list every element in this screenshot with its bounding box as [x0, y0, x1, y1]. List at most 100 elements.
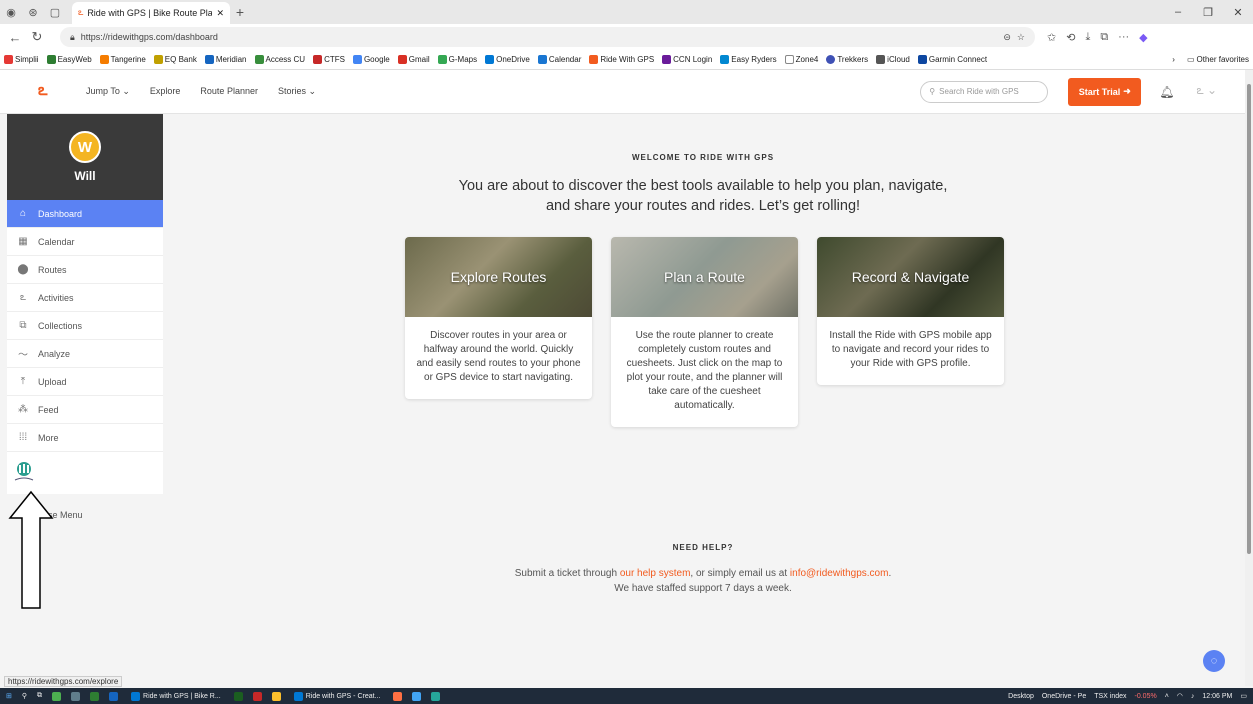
favorite-item[interactable]: Easy Ryders: [720, 55, 777, 64]
page-scrollbar[interactable]: [1245, 70, 1253, 686]
tsx-label[interactable]: TSX index: [1094, 693, 1126, 700]
history-icon[interactable]: ⟲: [1066, 31, 1075, 44]
favorite-item[interactable]: EQ Bank: [153, 55, 197, 64]
taskbar-app-icon[interactable]: [431, 691, 441, 701]
favorite-item[interactable]: Trekkers: [826, 55, 868, 64]
club-logo[interactable]: [7, 452, 163, 492]
sidebar-item-analyze[interactable]: 〜 Analyze: [7, 340, 163, 368]
favorite-item[interactable]: Access CU: [254, 55, 305, 64]
chat-icon[interactable]: ◌: [1203, 650, 1225, 672]
workspaces-icon[interactable]: ⊛: [22, 0, 44, 24]
card-plan-a-route[interactable]: Plan a Route Use the route planner to cr…: [611, 237, 798, 427]
taskbar-search-icon[interactable]: ⚲: [22, 692, 27, 700]
start-trial-button[interactable]: Start Trial ➜: [1068, 77, 1142, 106]
desktop-label[interactable]: Desktop: [1008, 693, 1034, 700]
grid-icon: ⁞⁞⁞: [18, 432, 28, 443]
favorites-icon[interactable]: ✩: [1047, 31, 1056, 44]
favorite-item[interactable]: OneDrive: [485, 55, 530, 64]
sidebar-item-upload[interactable]: ⤒ Upload: [7, 368, 163, 396]
site-search-input[interactable]: ⚲ Search Ride with GPS: [920, 80, 1049, 103]
clock[interactable]: 12:06 PM: [1202, 693, 1232, 700]
sidebar-item-activities[interactable]: ఽ Activities: [7, 284, 163, 312]
restore-icon[interactable]: ❐: [1193, 6, 1223, 19]
favorite-item[interactable]: Tangerine: [99, 55, 146, 64]
support-email-link[interactable]: info@ridewithgps.com: [790, 568, 889, 579]
sidebar-item-collections[interactable]: ⧉ Collections: [7, 312, 163, 340]
windows-start-icon[interactable]: ⊞: [6, 692, 12, 700]
accesscu-icon: [254, 55, 264, 64]
nav-explore[interactable]: Explore: [150, 86, 181, 97]
favorite-item[interactable]: CTFS: [313, 55, 345, 64]
menu-dots-icon[interactable]: ···: [1118, 31, 1129, 44]
profile-icon[interactable]: ◉: [0, 0, 22, 24]
taskbar-app-ridewithgps-1[interactable]: Ride with GPS | Bike R...: [128, 691, 224, 701]
favorite-item[interactable]: Zone4: [784, 55, 818, 64]
tangerine-icon: [99, 55, 109, 64]
task-view-icon[interactable]: ⧉: [37, 692, 42, 700]
onedrive-label[interactable]: OneDrive - Pe: [1042, 693, 1086, 700]
favorite-star-icon[interactable]: ☆: [1017, 32, 1025, 43]
card-explore-routes[interactable]: Explore Routes Discover routes in your a…: [405, 237, 592, 399]
reader-icon[interactable]: ⊝: [1003, 32, 1011, 43]
welcome-text: You are about to discover the best tools…: [458, 178, 948, 214]
ridewithgps-fav-icon: [589, 55, 599, 64]
onedrive-icon: [485, 55, 495, 64]
refresh-icon[interactable]: ↻: [28, 29, 46, 45]
taskbar-app-icon[interactable]: [90, 691, 100, 701]
chevron-right-icon[interactable]: ›: [1172, 55, 1175, 64]
taskbar-app-icon[interactable]: [109, 691, 119, 701]
scroll-thumb[interactable]: [1247, 84, 1251, 554]
edge-icon: [131, 691, 141, 701]
favorite-item[interactable]: Gmail: [397, 55, 430, 64]
copilot-icon[interactable]: ◆: [1139, 31, 1147, 44]
notifications-icon[interactable]: ▭: [1240, 692, 1247, 700]
favorite-item[interactable]: CCN Login: [662, 55, 712, 64]
download-icon[interactable]: ⤓: [1085, 31, 1090, 44]
user-menu-icon[interactable]: ఽ ⌄: [1197, 83, 1217, 100]
taskbar-app-icon[interactable]: [71, 691, 81, 701]
taskbar-app-icon[interactable]: [252, 691, 262, 701]
browser-tab[interactable]: ఽ Ride with GPS | Bike Route Plann ✕: [72, 2, 230, 24]
help-system-link[interactable]: our help system: [620, 568, 691, 579]
tray-chevron-icon[interactable]: ˄: [1165, 693, 1169, 700]
favorite-item[interactable]: Calendar: [537, 55, 581, 64]
address-bar[interactable]: 🔒︎ https://ridewithgps.com/dashboard ⊝ ☆: [60, 27, 1035, 47]
favorite-item[interactable]: G-Maps: [437, 55, 477, 64]
taskbar-app-icon[interactable]: [233, 691, 243, 701]
taskbar-app-icon[interactable]: [271, 691, 281, 701]
favorite-item[interactable]: Ride With GPS: [589, 55, 654, 64]
minimize-icon[interactable]: –: [1163, 6, 1193, 19]
bell-icon[interactable]: 🔔︎: [1159, 85, 1174, 99]
sidebar-item-routes[interactable]: ⬤ Routes: [7, 256, 163, 284]
taskbar-app-icon[interactable]: [393, 691, 403, 701]
favorite-item[interactable]: Google: [352, 55, 390, 64]
favorite-item[interactable]: EasyWeb: [46, 55, 92, 64]
new-tab-icon[interactable]: +: [230, 4, 250, 20]
taskbar-app-icon[interactable]: [412, 691, 422, 701]
card-body: Install the Ride with GPS mobile app to …: [829, 330, 992, 369]
sidebar-item-feed[interactable]: ⁂ Feed: [7, 396, 163, 424]
sidebar-item-dashboard[interactable]: ⌂ Dashboard: [7, 200, 163, 228]
taskbar-app-ridewithgps-2[interactable]: Ride with GPS - Creat...: [291, 691, 384, 701]
close-tab-icon[interactable]: ✕: [216, 8, 224, 19]
taskbar-app-icon[interactable]: [52, 691, 62, 701]
volume-icon[interactable]: ♪: [1191, 693, 1195, 700]
tab-actions-icon[interactable]: ▢: [44, 0, 66, 24]
nav-jump-to[interactable]: Jump To ⌄: [86, 86, 130, 97]
ridewithgps-logo-icon[interactable]: ఽ: [38, 81, 60, 103]
favorite-item[interactable]: Simplii: [4, 55, 39, 64]
back-icon[interactable]: ←: [6, 30, 24, 45]
nav-route-planner[interactable]: Route Planner: [200, 86, 258, 97]
card-record-navigate[interactable]: Record & Navigate Install the Ride with …: [817, 237, 1004, 385]
avatar[interactable]: W: [69, 131, 101, 163]
sidebar-item-calendar[interactable]: ▦ Calendar: [7, 228, 163, 256]
close-window-icon[interactable]: ✕: [1223, 6, 1253, 19]
favorite-item[interactable]: Garmin Connect: [917, 55, 987, 64]
wifi-icon[interactable]: ◠: [1177, 692, 1183, 700]
screenshot-icon[interactable]: ⧉: [1100, 31, 1108, 44]
nav-stories[interactable]: Stories ⌄: [278, 86, 316, 97]
sidebar-item-more[interactable]: ⁞⁞⁞ More: [7, 424, 163, 452]
other-favorites[interactable]: ▭ Other favorites: [1187, 55, 1249, 64]
favorite-item[interactable]: iCloud: [876, 55, 910, 64]
favorite-item[interactable]: Meridian: [204, 55, 247, 64]
